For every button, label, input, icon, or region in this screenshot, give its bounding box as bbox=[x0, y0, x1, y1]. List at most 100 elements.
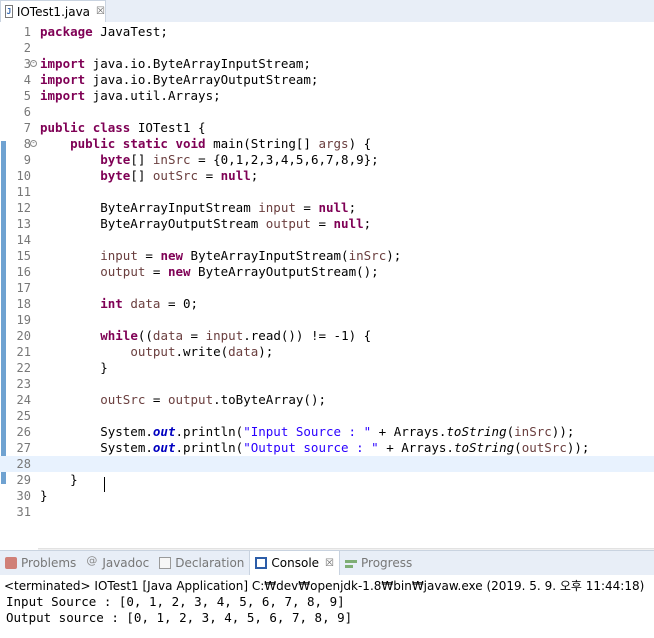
console-view[interactable]: <terminated> IOTest1 [Java Application] … bbox=[0, 575, 654, 638]
code-token: output bbox=[265, 216, 311, 231]
code-line[interactable]: 4 import java.io.ByteArrayOutputStream; bbox=[0, 72, 654, 88]
code-token: = 0; bbox=[160, 296, 199, 311]
code-token: = {0,1,2,3,4,5,6,7,8,9}; bbox=[190, 152, 379, 167]
code-text: import java.io.ByteArrayInputStream; bbox=[40, 56, 311, 72]
code-line[interactable]: 7 public class IOTest1 { bbox=[0, 120, 654, 136]
code-line[interactable]: 28 bbox=[0, 456, 654, 472]
code-text: System.out.println("Output source : " + … bbox=[40, 440, 589, 456]
code-line[interactable]: 18 int data = 0; bbox=[0, 296, 654, 312]
line-number: 23 bbox=[16, 377, 31, 391]
code-line[interactable]: 12 ByteArrayInputStream input = null; bbox=[0, 200, 654, 216]
code-token: static bbox=[122, 136, 168, 151]
line-number: 19 bbox=[16, 313, 31, 327]
code-token: ByteArrayInputStream bbox=[40, 200, 259, 215]
close-tab-icon[interactable]: ☒ bbox=[96, 6, 105, 17]
code-line[interactable]: 15 input = new ByteArrayInputStream(inSr… bbox=[0, 248, 654, 264]
code-token: ); bbox=[258, 344, 274, 359]
code-line[interactable]: 9 byte[] inSrc = {0,1,2,3,4,5,6,7,8,9}; bbox=[0, 152, 654, 168]
code-line[interactable]: 17 bbox=[0, 280, 654, 296]
code-line[interactable]: 3- import java.io.ByteArrayInputStream; bbox=[0, 56, 654, 72]
code-token: outSrc bbox=[521, 440, 567, 455]
code-editor[interactable]: 1 package JavaTest; 2 3- import java.io.Byte… bbox=[0, 22, 654, 566]
code-line[interactable]: 26 System.out.println("Input Source : " … bbox=[0, 424, 654, 440]
code-line[interactable]: 30} bbox=[0, 488, 654, 504]
tab-javadoc[interactable]: Javadoc bbox=[81, 551, 154, 575]
code-token: } bbox=[40, 472, 78, 487]
fold-collapse-icon[interactable]: - bbox=[30, 140, 37, 147]
code-token: [] bbox=[130, 168, 153, 183]
code-line[interactable]: 1 package JavaTest; bbox=[0, 24, 654, 40]
code-text: import java.io.ByteArrayOutputStream; bbox=[40, 72, 318, 88]
code-line[interactable]: 2 bbox=[0, 40, 654, 56]
code-token: null bbox=[333, 216, 364, 231]
code-line[interactable]: 13 ByteArrayOutputStream output = null; bbox=[0, 216, 654, 232]
console-icon bbox=[255, 557, 268, 569]
code-token: void bbox=[175, 136, 206, 151]
code-line[interactable]: 19 bbox=[0, 312, 654, 328]
declaration-icon bbox=[159, 557, 172, 569]
line-number: 27 bbox=[16, 441, 31, 455]
code-line[interactable]: 29 } bbox=[0, 472, 654, 488]
code-token: ; bbox=[363, 216, 372, 231]
code-text: output = new ByteArrayOutputStream(); bbox=[40, 264, 378, 280]
code-line[interactable]: 14 bbox=[0, 232, 654, 248]
code-token: import bbox=[40, 56, 86, 71]
code-token: = bbox=[295, 200, 319, 215]
line-number: 1 bbox=[23, 25, 31, 39]
code-token: import bbox=[40, 72, 86, 87]
fold-collapse-icon[interactable]: - bbox=[30, 60, 37, 67]
code-text: package JavaTest; bbox=[40, 24, 168, 40]
line-number: 2 bbox=[23, 41, 31, 55]
code-token: data bbox=[130, 296, 161, 311]
tab-label: Declaration bbox=[175, 556, 245, 570]
code-line[interactable]: 22 } bbox=[0, 360, 654, 376]
tab-console[interactable]: Console ☒ bbox=[249, 551, 341, 575]
code-token: main(String[] bbox=[205, 136, 319, 151]
code-token: null bbox=[318, 200, 349, 215]
line-number: 14 bbox=[16, 233, 31, 247]
tab-problems[interactable]: Problems bbox=[0, 551, 81, 575]
line-number: 26 bbox=[16, 425, 31, 439]
code-token: class bbox=[92, 120, 131, 135]
code-line[interactable]: 20 while((data = input.read()) != -1) { bbox=[0, 328, 654, 344]
code-token: ); bbox=[386, 248, 402, 263]
code-line[interactable]: 31 bbox=[0, 504, 654, 520]
code-token: .println( bbox=[175, 440, 244, 455]
code-token: "Input Source : " bbox=[243, 424, 372, 439]
code-token: IOTest1 { bbox=[130, 120, 206, 135]
line-number: 20 bbox=[16, 329, 31, 343]
code-line[interactable]: 21 output.write(data); bbox=[0, 344, 654, 360]
editor-tab-bar: J IOTest1.java ☒ bbox=[0, 0, 654, 23]
line-number: 7 bbox=[23, 121, 31, 135]
code-text: } bbox=[40, 360, 108, 376]
close-tab-icon[interactable]: ☒ bbox=[325, 558, 334, 569]
code-token: } bbox=[40, 360, 108, 375]
code-line[interactable]: 11 bbox=[0, 184, 654, 200]
javadoc-icon bbox=[86, 554, 98, 569]
code-line[interactable]: 25 bbox=[0, 408, 654, 424]
tab-declaration[interactable]: Declaration bbox=[154, 551, 249, 575]
tab-progress[interactable]: Progress bbox=[340, 551, 417, 575]
console-output-line: Input Source : [0, 1, 2, 3, 4, 5, 6, 7, … bbox=[6, 594, 345, 609]
code-line[interactable]: 27 System.out.println("Output source : "… bbox=[0, 440, 654, 456]
code-token: (( bbox=[137, 328, 153, 343]
code-token: inSrc bbox=[152, 152, 191, 167]
code-token: ByteArrayInputStream( bbox=[183, 248, 349, 263]
code-token: outSrc bbox=[100, 392, 146, 407]
code-line[interactable]: 10 byte[] outSrc = null; bbox=[0, 168, 654, 184]
code-line[interactable]: 23 bbox=[0, 376, 654, 392]
code-line[interactable]: 24 outSrc = output.toByteArray(); bbox=[0, 392, 654, 408]
line-number: 31 bbox=[16, 505, 31, 519]
code-token: public bbox=[70, 136, 116, 151]
tab-label: Console bbox=[271, 556, 320, 570]
code-line[interactable]: 5 import java.util.Arrays; bbox=[0, 88, 654, 104]
code-line[interactable]: 6 bbox=[0, 104, 654, 120]
code-line[interactable]: 16 output = new ByteArrayOutputStream(); bbox=[0, 264, 654, 280]
editor-tab-iotest1[interactable]: J IOTest1.java ☒ bbox=[0, 0, 106, 22]
code-line[interactable]: 8- public static void main(String[] args… bbox=[0, 136, 654, 152]
